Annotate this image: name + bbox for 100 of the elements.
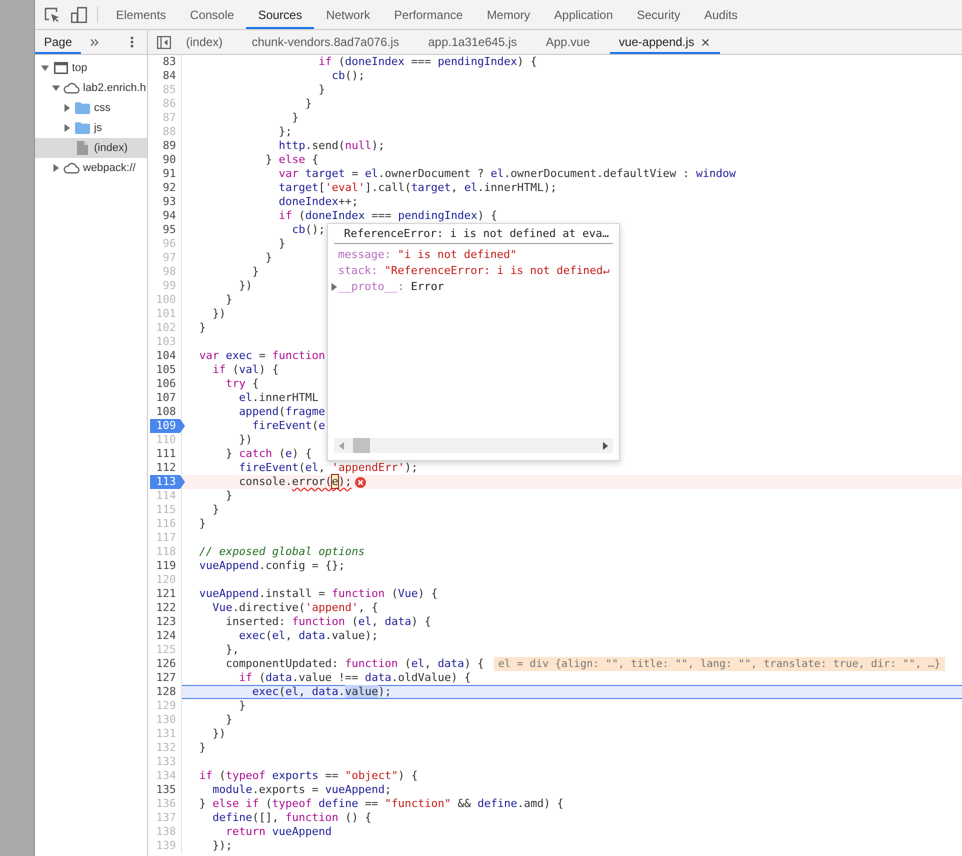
tree-item[interactable]: top xyxy=(35,58,147,78)
code-line: } xyxy=(224,293,232,307)
scrollbar-thumb[interactable] xyxy=(353,438,370,453)
line-number: 121 xyxy=(155,587,177,601)
line-number: 107 xyxy=(155,391,177,405)
tree-item[interactable]: lab2.enrich.h xyxy=(35,78,147,98)
code-line: if (val) { xyxy=(211,363,279,377)
line-number: 131 xyxy=(155,727,177,741)
line-number: 90 xyxy=(162,153,177,167)
cloud-icon xyxy=(63,162,80,174)
line-number: 98 xyxy=(162,265,177,279)
panel-tab[interactable]: Audits xyxy=(692,0,750,29)
line-number: 114 xyxy=(155,489,177,503)
code-line: }) xyxy=(211,727,226,741)
panel-tab[interactable]: Application xyxy=(542,0,625,29)
line-number: 111 xyxy=(155,447,177,461)
code-line: cb(); xyxy=(290,223,326,237)
code-line: fireEvent(el, 'appendErr'); xyxy=(238,461,418,475)
property-value: "i is not defined" xyxy=(398,247,517,263)
code-line: }) xyxy=(238,279,252,293)
code-line: var target = el.ownerDocument ? el.ownerDocument.defaultView : window xyxy=(278,167,736,181)
expand-arrow-icon[interactable] xyxy=(52,84,60,92)
code-line: } xyxy=(304,97,312,111)
file-tab[interactable]: app.1a31e645.js xyxy=(419,30,526,54)
file-tab[interactable]: vue-append.js xyxy=(610,30,720,54)
inline-value: el = div {align: "", title: "", lang: "", translate: true, dir: "", …} xyxy=(494,657,945,671)
file-tab[interactable]: App.vue xyxy=(536,30,599,54)
code-line: } else { xyxy=(264,153,318,167)
code-line: append(fragme xyxy=(238,405,326,419)
line-number: 124 xyxy=(155,629,177,643)
code-line: }); xyxy=(211,839,232,853)
expand-arrow-icon[interactable] xyxy=(41,64,49,72)
line-number: 99 xyxy=(162,279,177,293)
tree-item[interactable]: (index) xyxy=(35,138,147,158)
line-number: 122 xyxy=(155,601,177,615)
expand-arrow-icon[interactable] xyxy=(330,283,338,291)
device-icon[interactable] xyxy=(71,6,87,22)
code-line: exec(el, data.value); xyxy=(238,629,378,643)
expand-arrow-icon[interactable] xyxy=(63,124,71,132)
code-line: } xyxy=(317,83,326,97)
code-line: } xyxy=(224,489,232,503)
close-icon[interactable] xyxy=(700,36,712,48)
line-number: 135 xyxy=(155,783,177,797)
property-name: message: xyxy=(338,247,391,263)
tree-item[interactable]: webpack:// xyxy=(35,158,147,178)
code-line: vueAppend.config = {}; xyxy=(198,559,345,573)
code-line: } xyxy=(224,713,232,727)
code-line: } xyxy=(238,699,246,713)
file-tab[interactable]: chunk-vendors.8ad7a076.js xyxy=(242,30,408,54)
inspect-icon[interactable] xyxy=(44,6,60,22)
line-number: 132 xyxy=(155,741,177,755)
line-number: 106 xyxy=(155,377,177,391)
code-line: componentUpdated: function (el, data) { xyxy=(224,657,484,671)
scroll-right-icon[interactable] xyxy=(603,442,608,450)
sidebar-toggle-icon[interactable] xyxy=(157,36,171,48)
panel-tab[interactable]: Elements xyxy=(104,0,178,29)
line-number: 91 xyxy=(162,167,177,181)
code-line: try { xyxy=(224,377,259,391)
tree-item[interactable]: js xyxy=(35,118,147,138)
code-line: define([], function () { xyxy=(211,811,372,825)
panel-tab[interactable]: Network xyxy=(314,0,382,29)
code-line: cb(); xyxy=(330,69,365,83)
cloud-icon xyxy=(63,82,80,94)
line-number: 103 xyxy=(155,335,177,349)
file-tab[interactable]: (index) xyxy=(177,30,232,54)
line-number: 127 xyxy=(155,671,177,685)
panel-tab[interactable]: Console xyxy=(178,0,246,29)
file-icon xyxy=(77,141,88,155)
expand-arrow-icon[interactable] xyxy=(52,164,60,172)
line-number: 116 xyxy=(155,517,177,531)
horizontal-scrollbar[interactable] xyxy=(334,438,613,453)
code-line: } xyxy=(251,265,259,279)
line-number: 105 xyxy=(155,363,177,377)
line-number: 104 xyxy=(155,349,177,363)
code-line: } xyxy=(264,251,272,265)
line-number: 126 xyxy=(155,657,177,671)
expand-arrow-icon[interactable] xyxy=(63,104,71,112)
line-number: 112 xyxy=(155,461,177,475)
line-number: 95 xyxy=(162,223,177,237)
line-number: 101 xyxy=(155,307,177,321)
line-number: 93 xyxy=(162,195,177,209)
line-number: 117 xyxy=(155,531,177,545)
line-number: 84 xyxy=(162,69,177,83)
tree-item[interactable]: css xyxy=(35,98,147,118)
code-line: if (doneIndex === pendingIndex) { xyxy=(317,55,538,69)
property-name: stack: xyxy=(338,263,378,279)
code-line: if (typeof exports == "object") { xyxy=(198,769,418,783)
line-number: 87 xyxy=(162,111,177,125)
panel-tab[interactable]: Security xyxy=(624,0,692,29)
line-number: 123 xyxy=(155,615,177,629)
code-line: var exec = function xyxy=(198,349,326,363)
property-value: "ReferenceError: i is not defined↵ xyxy=(384,263,610,279)
line-number: 118 xyxy=(155,545,177,559)
panel-tab[interactable]: Performance xyxy=(382,0,475,29)
code-line: } xyxy=(290,111,299,125)
line-number: 108 xyxy=(155,405,177,419)
line-number: 102 xyxy=(155,321,177,335)
panel-tab[interactable]: Memory xyxy=(474,0,542,29)
line-number: 96 xyxy=(162,237,177,251)
code-line: } xyxy=(278,237,286,251)
